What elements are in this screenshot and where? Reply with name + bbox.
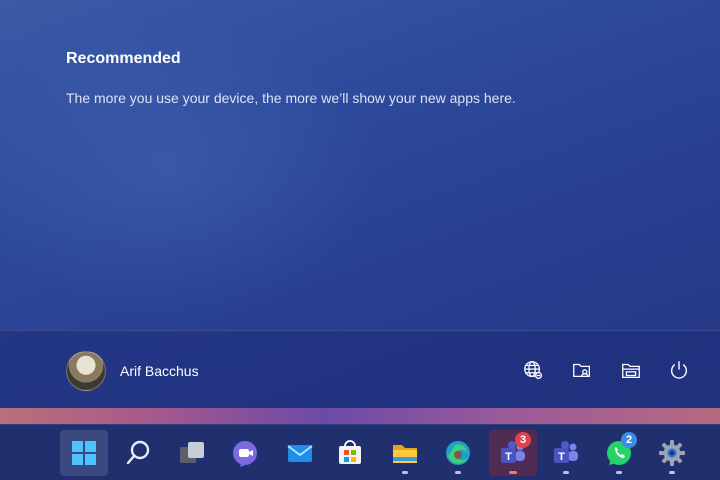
running-indicator <box>402 471 408 474</box>
start-menu-footer: Arif Bacchus <box>0 330 720 408</box>
running-indicator <box>669 471 675 474</box>
user-name[interactable]: Arif Bacchus <box>120 363 199 379</box>
recommended-empty-message: The more you use your device, the more w… <box>66 90 516 106</box>
running-indicator <box>455 471 461 474</box>
folder-icon <box>393 445 417 463</box>
task-view-icon <box>180 442 204 463</box>
taskbar-search-button[interactable] <box>114 430 162 476</box>
running-indicator <box>616 471 622 474</box>
edge-icon <box>446 441 470 465</box>
taskbar-settings-button[interactable] <box>648 430 696 476</box>
taskbar-whatsapp-button[interactable]: 2 <box>595 430 643 476</box>
power-button[interactable] <box>666 357 692 383</box>
folder-settings-icon <box>573 363 590 378</box>
windows-logo-icon <box>72 441 96 465</box>
recommended-heading: Recommended <box>66 50 181 67</box>
taskbar-chat-button[interactable] <box>222 430 270 476</box>
taskbar-store-button[interactable] <box>326 430 374 476</box>
power-icon <box>670 361 688 379</box>
avatar[interactable] <box>66 351 106 391</box>
taskbar-file-explorer-button[interactable] <box>381 430 429 476</box>
desktop-wallpaper <box>0 408 720 424</box>
network-button[interactable] <box>520 357 546 383</box>
mail-icon <box>287 445 313 462</box>
taskbar-teams-button[interactable]: T <box>542 430 590 476</box>
active-indicator <box>509 471 517 474</box>
taskbar: T 3 T 2 <box>0 424 720 480</box>
notification-badge: 3 <box>515 432 531 448</box>
taskbar-start-button[interactable] <box>60 430 108 476</box>
notification-badge: 2 <box>621 432 637 448</box>
video-chat-icon <box>233 441 257 467</box>
taskbar-teams-work-button[interactable]: T 3 <box>489 430 537 476</box>
store-icon <box>339 440 361 464</box>
running-indicator <box>563 471 569 474</box>
teams-icon: T <box>554 441 578 463</box>
search-icon <box>126 440 150 465</box>
start-menu: Recommended The more you use your device… <box>0 0 720 408</box>
documents-button[interactable] <box>618 357 644 383</box>
svg-text:T: T <box>558 451 565 463</box>
svg-text:T: T <box>505 451 512 463</box>
taskbar-task-view-button[interactable] <box>168 430 216 476</box>
globe-icon <box>524 361 543 380</box>
file-explorer-settings-button[interactable] <box>569 357 595 383</box>
taskbar-mail-button[interactable] <box>276 430 324 476</box>
folder-icon <box>622 363 640 378</box>
gear-icon <box>659 440 685 466</box>
taskbar-edge-button[interactable] <box>434 430 482 476</box>
